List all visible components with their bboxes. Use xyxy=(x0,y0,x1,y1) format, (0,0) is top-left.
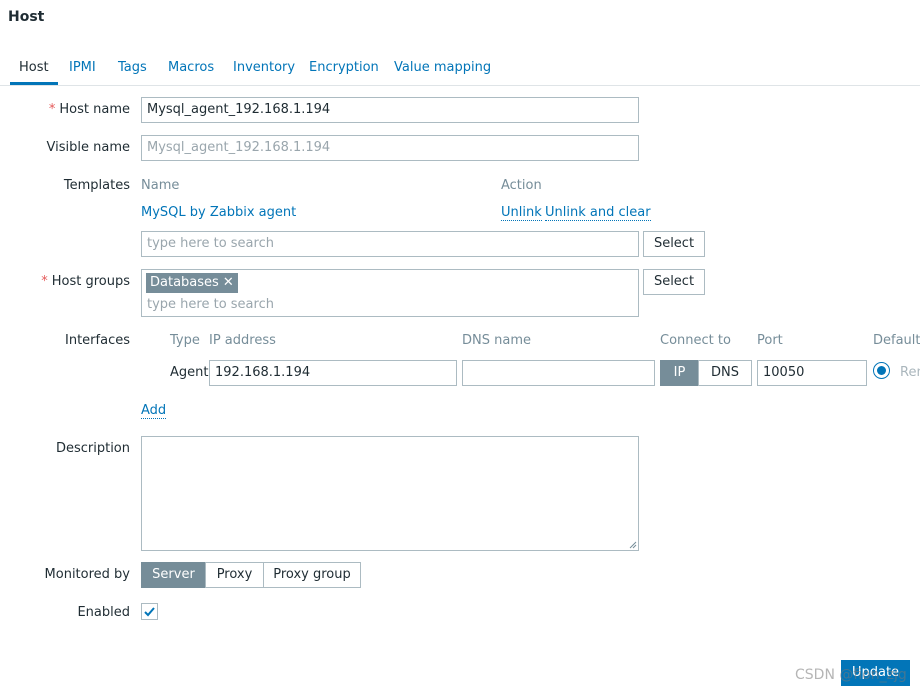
template-link-mysql[interactable]: MySQL by Zabbix agent xyxy=(141,205,296,220)
description-textarea[interactable] xyxy=(141,436,639,551)
monitored-by-proxy[interactable]: Proxy xyxy=(205,562,264,588)
unlink-button[interactable]: Unlink xyxy=(501,205,542,221)
tab-encryption[interactable]: Encryption xyxy=(309,60,379,75)
interfaces-default-header: Default xyxy=(873,333,920,348)
host-groups-label-text: Host groups xyxy=(51,274,130,289)
host-name-label: * Host name xyxy=(49,102,130,117)
interfaces-type-header: Type xyxy=(170,333,200,348)
watermark: CSDN @fion_zjg xyxy=(795,667,907,683)
tab-ipmi[interactable]: IPMI xyxy=(69,60,96,75)
interface-type: Agent xyxy=(170,365,209,380)
default-interface-radio[interactable] xyxy=(873,362,890,379)
interfaces-label: Interfaces xyxy=(65,333,130,348)
host-name-label-text: Host name xyxy=(59,102,130,117)
templates-action-header: Action xyxy=(501,178,542,193)
unlink-and-clear-button[interactable]: Unlink and clear xyxy=(545,205,651,221)
templates-label: Templates xyxy=(63,178,130,193)
interfaces-ip-header: IP address xyxy=(209,333,276,348)
host-group-chip: Databases ✕ xyxy=(146,273,238,293)
required-mark: * xyxy=(48,102,56,117)
templates-search-input[interactable]: type here to search xyxy=(141,231,639,257)
monitored-by-label: Monitored by xyxy=(44,567,130,582)
host-group-chip-label: Databases xyxy=(150,275,219,290)
required-mark: * xyxy=(41,274,48,289)
templates-select-button[interactable]: Select xyxy=(643,231,705,257)
resize-handle-icon[interactable] xyxy=(629,541,637,549)
checkmark-icon xyxy=(144,607,155,617)
visible-name-label: Visible name xyxy=(46,140,130,155)
remove-chip-icon[interactable]: ✕ xyxy=(223,273,234,293)
tab-value-mapping[interactable]: Value mapping xyxy=(394,60,491,75)
remove-interface-link[interactable]: Rem xyxy=(900,365,920,380)
tab-macros[interactable]: Macros xyxy=(168,60,214,75)
enabled-label: Enabled xyxy=(77,605,130,620)
templates-name-header: Name xyxy=(141,178,180,193)
tab-tags[interactable]: Tags xyxy=(118,60,147,75)
monitored-by-proxy-group[interactable]: Proxy group xyxy=(263,562,361,588)
monitored-by-server[interactable]: Server xyxy=(141,562,206,588)
host-groups-label: * Host groups xyxy=(41,274,130,289)
description-label: Description xyxy=(55,441,130,456)
host-name-input[interactable]: Mysql_agent_192.168.1.194 xyxy=(141,97,639,123)
page-title: Host xyxy=(8,9,45,25)
enabled-checkbox[interactable] xyxy=(141,603,158,620)
interfaces-dns-header: DNS name xyxy=(462,333,531,348)
tab-inventory[interactable]: Inventory xyxy=(233,60,295,75)
visible-name-input[interactable]: Mysql_agent_192.168.1.194 xyxy=(141,135,639,161)
host-groups-select-button[interactable]: Select xyxy=(643,269,705,295)
connect-dns-button[interactable]: DNS xyxy=(698,360,752,386)
interfaces-connect-header: Connect to xyxy=(660,333,731,348)
interfaces-port-header: Port xyxy=(757,333,783,348)
host-groups-multiselect[interactable]: Databases ✕ type here to search xyxy=(141,269,639,317)
active-tab-indicator xyxy=(10,82,58,85)
host-groups-search-input[interactable]: type here to search xyxy=(147,297,274,312)
connect-ip-button[interactable]: IP xyxy=(660,360,699,386)
tab-bar: Host IPMI Tags Macros Inventory Encrypti… xyxy=(0,52,920,86)
add-interface-button[interactable]: Add xyxy=(141,403,167,419)
interface-ip-input[interactable]: 192.168.1.194 xyxy=(209,360,457,386)
interface-dns-input[interactable] xyxy=(462,360,655,386)
tab-host[interactable]: Host xyxy=(19,60,49,75)
interface-port-input[interactable]: 10050 xyxy=(757,360,867,386)
